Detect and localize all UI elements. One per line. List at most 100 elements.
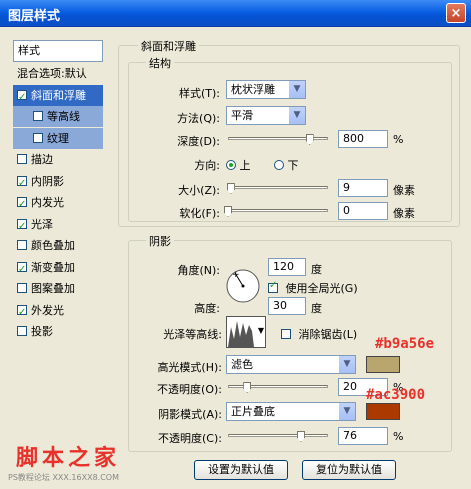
shadow-color-annotation: #ac3900	[366, 387, 426, 403]
sidebar-item[interactable]: 内发光	[13, 192, 103, 215]
highlight-opacity-label: 不透明度(O):	[157, 383, 222, 396]
sidebar-checkbox[interactable]	[17, 154, 27, 164]
angle-dial[interactable]: +	[225, 268, 261, 304]
sidebar-item-label: 纹理	[47, 131, 69, 145]
shadow-opacity-slider[interactable]	[228, 434, 328, 437]
direction-down-option[interactable]: 下	[274, 157, 299, 173]
svg-text:+: +	[232, 270, 240, 280]
soften-slider[interactable]	[228, 209, 328, 212]
altitude-label: 高度:	[194, 302, 220, 315]
shadow-mode-select[interactable]: 正片叠底 ▼	[226, 402, 356, 421]
altitude-unit: 度	[311, 302, 322, 315]
direction-label: 方向:	[194, 159, 220, 172]
sidebar-item-label: 光泽	[31, 217, 53, 231]
shadow-mode-label: 阴影模式(A):	[158, 408, 222, 421]
global-light-checkbox[interactable]	[268, 280, 278, 293]
highlight-mode-label: 高光模式(H):	[157, 361, 222, 374]
highlight-color-swatch[interactable]	[366, 356, 400, 373]
watermark-logo: 脚本之家	[16, 446, 121, 471]
antialias-option[interactable]: 消除锯齿(L)	[281, 326, 357, 342]
highlight-color-annotation: #b9a56e	[375, 336, 435, 352]
radio-down-icon[interactable]	[274, 160, 284, 170]
sidebar-checkbox[interactable]	[17, 240, 27, 250]
make-default-button[interactable]: 设置为默认值	[194, 460, 288, 480]
structure-title: 结构	[146, 55, 174, 71]
sidebar-checkbox[interactable]	[17, 173, 27, 194]
sidebar-checkbox[interactable]	[33, 111, 43, 121]
highlight-mode-select[interactable]: 滤色 ▼	[226, 355, 356, 374]
sidebar-item[interactable]: 外发光	[13, 300, 103, 323]
sidebar-item-label: 颜色叠加	[31, 239, 75, 252]
global-light-label: 使用全局光(G)	[285, 282, 358, 295]
style-select[interactable]: 枕状浮雕 ▼	[226, 80, 306, 99]
altitude-input[interactable]: 30	[268, 297, 306, 315]
sidebar-checkbox[interactable]	[17, 326, 27, 336]
sidebar-checkbox[interactable]	[17, 194, 27, 215]
sidebar-item-label: 内发光	[31, 196, 64, 209]
size-label: 大小(Z):	[178, 184, 220, 197]
direction-down-label: 下	[287, 159, 299, 172]
sidebar-item[interactable]: 内阴影	[13, 171, 103, 194]
angle-input[interactable]: 120	[268, 258, 306, 276]
close-icon[interactable]: ×	[446, 3, 466, 23]
depth-input[interactable]: 800	[338, 130, 388, 148]
style-select-value: 枕状浮雕	[231, 83, 275, 96]
soften-input[interactable]: 0	[338, 202, 388, 220]
sidebar-item[interactable]: 纹理	[13, 127, 103, 149]
sidebar-item[interactable]: 图案叠加	[13, 278, 103, 299]
antialias-label: 消除锯齿(L)	[298, 328, 358, 341]
radio-up-icon[interactable]	[226, 160, 236, 170]
sidebar-item[interactable]: 等高线	[13, 106, 103, 127]
sidebar-item-label: 内阴影	[31, 174, 64, 188]
sidebar-item[interactable]: 渐变叠加	[13, 257, 103, 280]
sidebar-checkbox[interactable]	[17, 216, 27, 237]
size-slider[interactable]	[228, 186, 328, 189]
chevron-down-icon: ▼	[257, 326, 264, 335]
shadow-opacity-input[interactable]: 76	[338, 427, 388, 445]
gloss-contour-picker[interactable]: ▼	[226, 316, 266, 348]
direction-up-option[interactable]: 上	[226, 157, 251, 173]
style-label: 样式(T):	[178, 87, 220, 100]
watermark-sub: PS教程论坛 XXX.16XX8.COM	[8, 473, 119, 482]
sidebar-checkbox[interactable]	[17, 302, 27, 323]
shadow-color-swatch[interactable]	[366, 403, 400, 420]
sidebar-item-label: 外发光	[31, 303, 64, 317]
shading-title: 阴影	[146, 233, 174, 249]
sidebar-item-label: 斜面和浮雕	[31, 88, 86, 102]
technique-select[interactable]: 平滑 ▼	[226, 106, 306, 125]
soften-label: 软化(F):	[179, 207, 220, 220]
global-light-option[interactable]: 使用全局光(G)	[268, 280, 358, 296]
styles-list: 混合选项:默认斜面和浮雕等高线纹理描边内阴影内发光光泽颜色叠加渐变叠加图案叠加外…	[13, 63, 103, 355]
highlight-mode-value: 滤色	[231, 358, 253, 371]
window-title: 图层样式	[8, 9, 61, 24]
sidebar-item[interactable]: 颜色叠加	[13, 235, 103, 256]
technique-label: 方法(Q):	[177, 112, 220, 125]
shadow-opacity-unit: %	[393, 430, 404, 443]
sidebar-checkbox[interactable]	[17, 259, 27, 280]
sidebar-checkbox[interactable]	[17, 283, 27, 293]
sidebar-item[interactable]: 描边	[13, 149, 103, 170]
depth-label: 深度(D):	[177, 135, 220, 148]
highlight-opacity-slider[interactable]	[228, 385, 328, 388]
soften-unit: 像素	[393, 207, 415, 220]
size-unit: 像素	[393, 184, 415, 197]
sidebar-item[interactable]: 光泽	[13, 214, 103, 237]
sidebar-item[interactable]: 投影	[13, 321, 103, 342]
chevron-down-icon: ▼	[289, 81, 305, 98]
sidebar-checkbox[interactable]	[33, 132, 43, 143]
reset-default-button[interactable]: 复位为默认值	[302, 460, 396, 480]
styles-header[interactable]: 样式	[13, 40, 103, 62]
sidebar-item[interactable]: 斜面和浮雕	[13, 84, 103, 108]
sidebar-item[interactable]: 混合选项:默认	[13, 63, 103, 84]
shadow-mode-value: 正片叠底	[231, 405, 275, 418]
sidebar-item-label: 渐变叠加	[31, 260, 75, 274]
sidebar-item-label: 图案叠加	[31, 282, 75, 295]
size-input[interactable]: 9	[338, 179, 388, 197]
depth-unit: %	[393, 133, 404, 146]
title-bar[interactable]: 图层样式 ×	[0, 0, 471, 27]
gloss-contour-label: 光泽等高线:	[163, 328, 222, 341]
bevel-title: 斜面和浮雕	[138, 38, 199, 54]
technique-select-value: 平滑	[231, 109, 253, 122]
antialias-checkbox[interactable]	[281, 329, 291, 339]
sidebar-checkbox[interactable]	[17, 87, 27, 108]
